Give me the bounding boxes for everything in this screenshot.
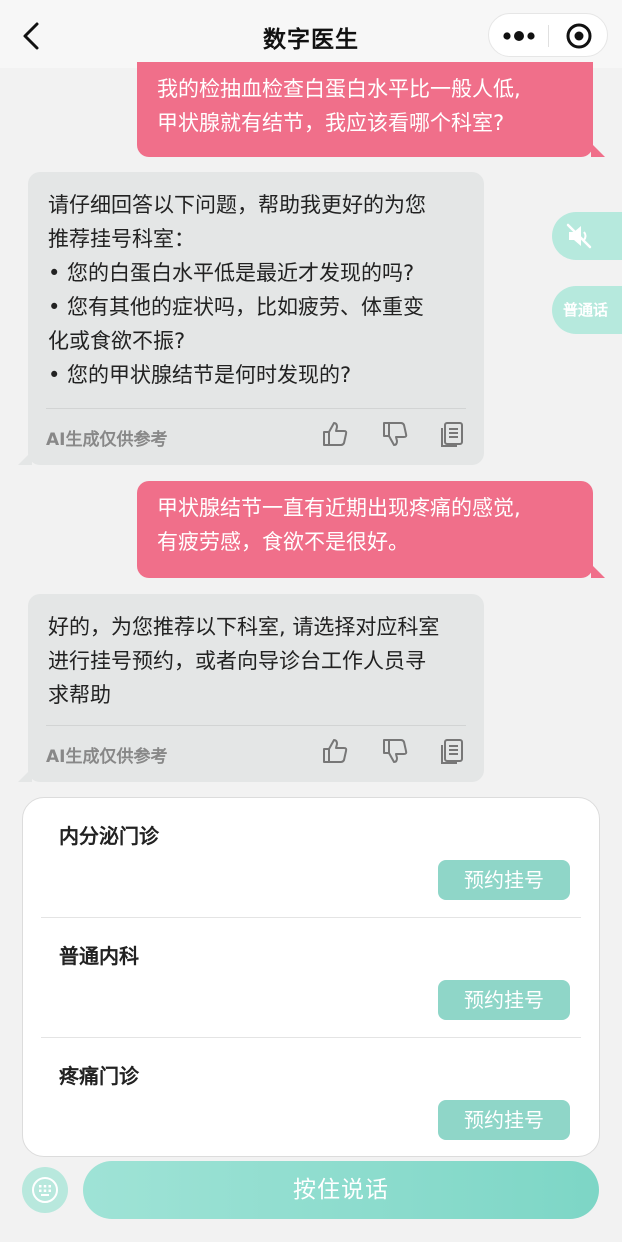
department-name: 疼痛门诊 [59, 1064, 139, 1088]
ai-disclaimer: AI生成仅供参考 [46, 430, 168, 450]
more-dots-icon [503, 31, 535, 41]
target-close-icon [566, 23, 592, 49]
bubble-tail [18, 768, 32, 782]
bubble-tail [18, 451, 32, 465]
book-appointment-button[interactable]: 预约挂号 [438, 1100, 570, 1140]
copy-icon[interactable] [438, 736, 468, 766]
message-line: 进行挂号预约，或者向导诊台工作人员寻 [48, 649, 426, 673]
message-line: 求帮助 [48, 683, 111, 707]
ai-message-footer: AI生成仅供参考 [46, 408, 466, 450]
thumb-up-icon[interactable] [320, 419, 350, 449]
message-line: • 您有其他的症状吗，比如疲劳、体重变 [48, 295, 425, 319]
user-message: 我的检抽血检查白蛋白水平比一般人低, 甲状腺就有结节，我应该看哪个科室? [137, 62, 605, 157]
thumb-down-icon[interactable] [380, 736, 410, 766]
copy-icon[interactable] [438, 419, 468, 449]
ai-message: 请仔细回答以下问题，帮助我更好的为您 推荐挂号科室： • 您的白蛋白水平低是最近… [18, 172, 484, 465]
keyboard-toggle-button[interactable] [22, 1167, 68, 1213]
language-toggle-button[interactable]: 普通话 [552, 286, 622, 334]
message-line: 化或食欲不振? [48, 329, 186, 353]
department-row: 疼痛门诊 预约挂号 [41, 1038, 581, 1156]
message-line: 推荐挂号科室： [48, 227, 195, 251]
message-line: 请仔细回答以下问题，帮助我更好的为您 [48, 193, 426, 217]
message-line: 甲状腺结节一直有近期出现疼痛的感觉, [157, 496, 521, 520]
department-name: 内分泌门诊 [59, 824, 159, 848]
book-appointment-button[interactable]: 预约挂号 [438, 980, 570, 1020]
input-bar: 按住说话 [0, 1157, 622, 1242]
message-line: 甲状腺就有结节，我应该看哪个科室? [157, 111, 505, 135]
department-list-card: 内分泌门诊 预约挂号 普通内科 预约挂号 疼痛门诊 预约挂号 [22, 797, 600, 1157]
nav-bar: 数字医生 [0, 0, 622, 68]
department-row: 内分泌门诊 预约挂号 [41, 798, 581, 918]
mute-toggle-button[interactable] [552, 212, 622, 260]
message-line: 好的，为您推荐以下科室, 请选择对应科室 [48, 615, 440, 639]
thumb-up-icon[interactable] [320, 736, 350, 766]
more-button[interactable] [497, 20, 541, 52]
keyboard-icon [32, 1177, 58, 1203]
department-name: 普通内科 [59, 944, 139, 968]
bubble-tail [591, 143, 605, 157]
message-line: 我的检抽血检查白蛋白水平比一般人低, [157, 77, 521, 101]
message-line: 有疲劳感，食欲不是很好。 [157, 530, 409, 554]
thumb-down-icon[interactable] [380, 419, 410, 449]
message-line: • 您的甲状腺结节是何时发现的? [48, 363, 352, 387]
message-line: • 您的白蛋白水平低是最近才发现的吗? [48, 261, 415, 285]
ai-disclaimer: AI生成仅供参考 [46, 747, 168, 767]
hold-to-talk-button[interactable]: 按住说话 [83, 1161, 599, 1219]
speaker-muted-icon [566, 223, 592, 249]
user-message: 甲状腺结节一直有近期出现疼痛的感觉, 有疲劳感，食欲不是很好。 [137, 481, 605, 578]
close-button[interactable] [557, 19, 601, 53]
ai-message: 好的，为您推荐以下科室, 请选择对应科室 进行挂号预约，或者向导诊台工作人员寻 … [18, 594, 484, 782]
bubble-tail [591, 564, 605, 578]
ai-message-footer: AI生成仅供参考 [46, 725, 466, 767]
department-row: 普通内科 预约挂号 [41, 918, 581, 1038]
book-appointment-button[interactable]: 预约挂号 [438, 860, 570, 900]
capsule-divider [548, 25, 549, 47]
mini-program-capsule [488, 13, 608, 57]
